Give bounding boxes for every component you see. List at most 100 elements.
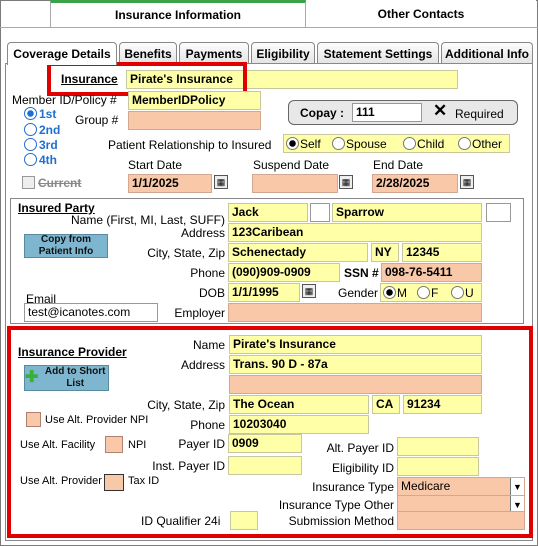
relationship-self-radio[interactable]	[286, 137, 299, 153]
alt-provider-npi-checkbox[interactable]	[26, 412, 41, 427]
ssn-field[interactable]: 098-76-5411	[381, 263, 482, 282]
member-id-field[interactable]: MemberIDPolicy	[128, 91, 261, 110]
insurance-type-other-label: Insurance Type Other	[278, 498, 394, 512]
insured-suffix-field[interactable]	[486, 203, 511, 222]
provider-address-label: Address	[180, 358, 225, 372]
end-date-field[interactable]: 2/28/2025	[372, 174, 458, 193]
insured-name-label: Name (First, MI, Last, SUFF)	[70, 213, 225, 227]
current-label: Current	[38, 176, 82, 190]
add-to-short-list-button[interactable]: ✚ Add to Short List	[24, 365, 109, 391]
alt-provider-taxid-field[interactable]	[104, 474, 124, 491]
ssn-label: SSN #	[344, 266, 379, 280]
payer-id-field[interactable]: 0909	[228, 434, 302, 453]
priority-3rd-radio[interactable]	[24, 138, 37, 154]
submission-method-label: Submission Method	[288, 514, 394, 528]
calendar-icon[interactable]: ▦	[460, 175, 474, 189]
tab-insurance-information[interactable]: Insurance Information	[50, 0, 306, 27]
group-field[interactable]	[128, 111, 261, 130]
gender-f-label: F	[431, 286, 439, 300]
plus-icon: ✚	[25, 369, 39, 386]
close-icon[interactable]: ✕	[433, 101, 447, 121]
gender-f-radio[interactable]	[417, 286, 430, 302]
priority-4th-label: 4th	[39, 153, 57, 167]
insured-city-field[interactable]: Schenectady	[228, 243, 368, 262]
required-label: Required	[455, 107, 504, 121]
relationship-other-label: Other	[472, 137, 503, 151]
relationship-label: Patient Relationship to Insured	[108, 138, 272, 152]
group-label: Group #	[75, 113, 119, 127]
insured-state-field[interactable]: NY	[371, 243, 399, 262]
employer-field[interactable]	[228, 303, 482, 322]
payer-id-label: Payer ID	[178, 437, 225, 451]
provider-zip-field[interactable]: 91234	[403, 395, 482, 414]
tab-statement-settings[interactable]: Statement Settings	[317, 42, 439, 64]
relationship-spouse-radio[interactable]	[332, 137, 345, 153]
priority-2nd-radio[interactable]	[24, 123, 37, 139]
insured-mi-field[interactable]	[310, 203, 330, 222]
tab-benefits[interactable]: Benefits	[119, 42, 177, 64]
suspend-date-label: Suspend Date	[253, 158, 330, 172]
tab-eligibility[interactable]: Eligibility	[251, 42, 315, 64]
priority-3rd-label: 3rd	[39, 138, 58, 152]
inst-payer-id-field[interactable]	[228, 456, 302, 475]
provider-name-label: Name	[192, 338, 225, 352]
insurance-provider-title: Insurance Provider	[18, 345, 127, 359]
id-qualifier-label: ID Qualifier 24i	[141, 514, 221, 528]
relationship-child-radio[interactable]	[403, 137, 416, 153]
insured-phone-field[interactable]: (090)909-0909	[228, 263, 340, 282]
alt-provider-npi-label: Use Alt. Provider NPI	[45, 414, 149, 426]
submission-method-field[interactable]	[397, 511, 525, 530]
calendar-icon[interactable]: ▦	[214, 175, 228, 189]
insurance-type-label: Insurance Type	[312, 480, 394, 494]
insured-last-name-field[interactable]: Sparrow	[332, 203, 482, 222]
priority-2nd-label: 2nd	[39, 123, 61, 137]
eligibility-id-field[interactable]	[397, 457, 479, 476]
start-date-label: Start Date	[128, 158, 183, 172]
provider-city-field[interactable]: The Ocean	[229, 395, 369, 414]
provider-state-field[interactable]: CA	[372, 395, 400, 414]
alt-payer-id-field[interactable]	[397, 437, 479, 456]
suspend-date-field[interactable]	[252, 174, 338, 193]
calendar-icon[interactable]: ▦	[302, 284, 316, 298]
insured-address-label: Address	[180, 226, 225, 240]
gender-m-radio[interactable]	[383, 286, 396, 302]
dob-field[interactable]: 1/1/1995	[228, 283, 300, 302]
tab-payments[interactable]: Payments	[179, 42, 249, 64]
gender-m-label: M	[397, 286, 407, 300]
provider-address1-field[interactable]: Trans. 90 D - 87a	[229, 355, 482, 374]
insured-zip-field[interactable]: 12345	[402, 243, 482, 262]
email-field[interactable]: test@icanotes.com	[24, 303, 158, 322]
tab-additional-info[interactable]: Additional Info	[441, 42, 533, 64]
current-checkbox[interactable]	[22, 176, 35, 189]
insured-phone-label: Phone	[190, 266, 225, 280]
tab-other-contacts[interactable]: Other Contacts	[306, 0, 536, 27]
alt-provider-label: Use Alt. Provider	[20, 475, 102, 487]
taxid-label: Tax ID	[128, 475, 160, 487]
priority-1st-radio[interactable]	[24, 107, 37, 123]
priority-4th-radio[interactable]	[24, 153, 37, 169]
member-id-label: Member ID/Policy #	[12, 93, 117, 107]
gender-u-label: U	[465, 286, 474, 300]
npi-label: NPI	[128, 439, 147, 451]
alt-facility-npi-field[interactable]	[105, 436, 123, 453]
tab-coverage-details[interactable]: Coverage Details	[7, 42, 117, 65]
inst-payer-id-label: Inst. Payer ID	[152, 459, 225, 473]
calendar-icon[interactable]: ▦	[339, 175, 353, 189]
eligibility-id-label: Eligibility ID	[331, 461, 394, 475]
provider-phone-field[interactable]: 10203040	[229, 415, 369, 434]
insured-csz-label: City, State, Zip	[147, 246, 225, 260]
chevron-down-icon[interactable]: ▼	[510, 478, 524, 495]
alt-facility-label: Use Alt. Facility	[20, 439, 96, 451]
insurance-type-select[interactable]: Medicare	[397, 477, 525, 496]
relationship-other-radio[interactable]	[458, 137, 471, 153]
provider-address2-field[interactable]	[229, 375, 482, 394]
priority-1st-label: 1st	[39, 107, 57, 121]
id-qualifier-field[interactable]	[230, 511, 258, 530]
copay-field[interactable]: 111	[352, 103, 422, 122]
provider-name-field[interactable]: Pirate's Insurance	[229, 335, 482, 354]
copy-from-patient-button[interactable]: Copy from Patient Info	[24, 234, 108, 258]
start-date-field[interactable]: 1/1/2025	[128, 174, 212, 193]
gender-u-radio[interactable]	[451, 286, 464, 302]
insured-address-field[interactable]: 123Caribean	[228, 223, 482, 242]
insured-first-name-field[interactable]: Jack	[228, 203, 308, 222]
